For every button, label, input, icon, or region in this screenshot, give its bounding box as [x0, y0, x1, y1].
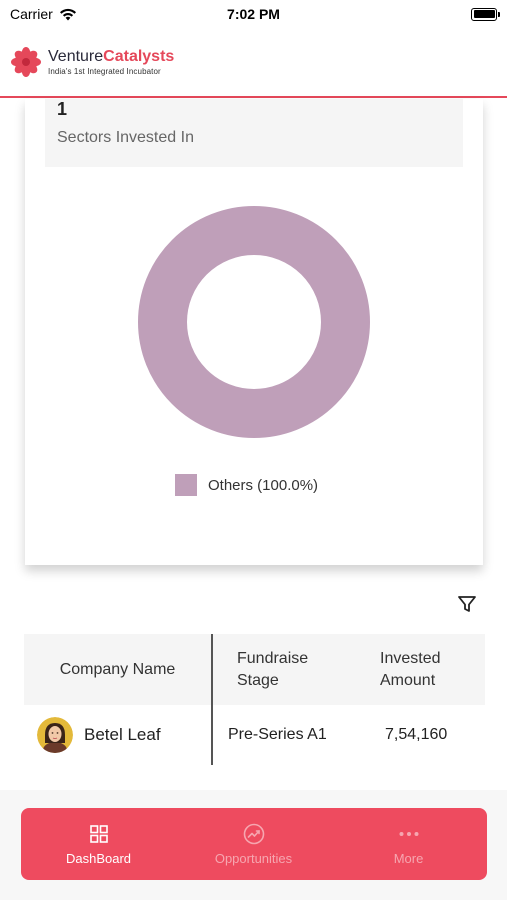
brand-second: Catalysts [103, 48, 175, 65]
header-invested-amount[interactable]: Invested Amount [354, 634, 485, 705]
company-cell: Betel Leaf [24, 705, 213, 765]
nav-label-dashboard: DashBoard [65, 850, 132, 866]
header-stage-line1: Fundraise [237, 649, 309, 667]
legend-label: Others (100.0%) [208, 476, 319, 494]
nav-item-opportunities[interactable]: Opportunities [176, 808, 331, 880]
brand-block: VentureCatalysts India's 1st Integrated … [48, 48, 174, 76]
nav-label-opportunities: Opportunities [214, 850, 293, 866]
legend-swatch [175, 474, 197, 496]
header-stage-line2: Stage [237, 671, 279, 689]
header-company-label: Company Name [59, 660, 176, 678]
header-amount-line2: Amount [380, 671, 436, 689]
nav-item-more[interactable]: More [331, 808, 486, 880]
brand-name: VentureCatalysts [48, 48, 174, 66]
app-header: VentureCatalysts India's 1st Integrated … [0, 28, 507, 98]
header-company-name[interactable]: Company Name [24, 634, 213, 705]
brand-first: Venture [48, 48, 104, 65]
company-name: Betel Leaf [84, 725, 161, 744]
donut-slice-others [138, 206, 370, 438]
status-left: Carrier [10, 6, 77, 22]
header-stage-label: Fundraise Stage [237, 648, 308, 692]
header-amount-line1: Invested [380, 649, 441, 667]
filter-icon[interactable] [456, 593, 478, 615]
sectors-label: Sectors Invested In [57, 129, 194, 146]
bottom-nav: DashBoard Opportunities More [21, 808, 487, 880]
sector-donut-chart [138, 206, 370, 438]
carrier-label: Carrier [10, 6, 53, 22]
table-header: Company Name Fundraise Stage Invested Amou… [24, 634, 485, 705]
grid-icon [89, 824, 108, 843]
status-bar: Carrier 7:02 PM [0, 0, 507, 28]
wifi-icon [59, 8, 76, 20]
sectors-card: 1 Sectors Invested In Others (100.0%) [25, 99, 483, 565]
flower-logo-icon [11, 47, 41, 77]
table-row[interactable]: Betel Leaf Pre-Series A1 7,54,160 [24, 705, 485, 765]
nav-item-dashboard[interactable]: DashBoard [21, 808, 176, 880]
nav-label-more: More [393, 850, 424, 866]
amount-cell: 7,54,160 [385, 726, 448, 743]
app-screen: Carrier 7:02 PM VentureCatalysts India's… [0, 0, 507, 900]
stage-cell: Pre-Series A1 [228, 726, 327, 743]
header-fundraise-stage[interactable]: Fundraise Stage [213, 634, 354, 705]
sectors-count: 1 [57, 99, 68, 119]
trend-chart-icon [243, 823, 264, 844]
investments-table: Company Name Fundraise Stage Invested Amou… [24, 634, 485, 765]
more-dots-icon [399, 831, 418, 836]
battery-icon [471, 7, 500, 21]
chart-legend: Others (100.0%) [175, 474, 318, 496]
header-amount-label: Invested Amount [380, 648, 440, 692]
avatar [37, 717, 73, 753]
brand-tagline: India's 1st Integrated Incubator [48, 67, 161, 76]
sectors-stat-box: 1 Sectors Invested In [45, 99, 463, 167]
